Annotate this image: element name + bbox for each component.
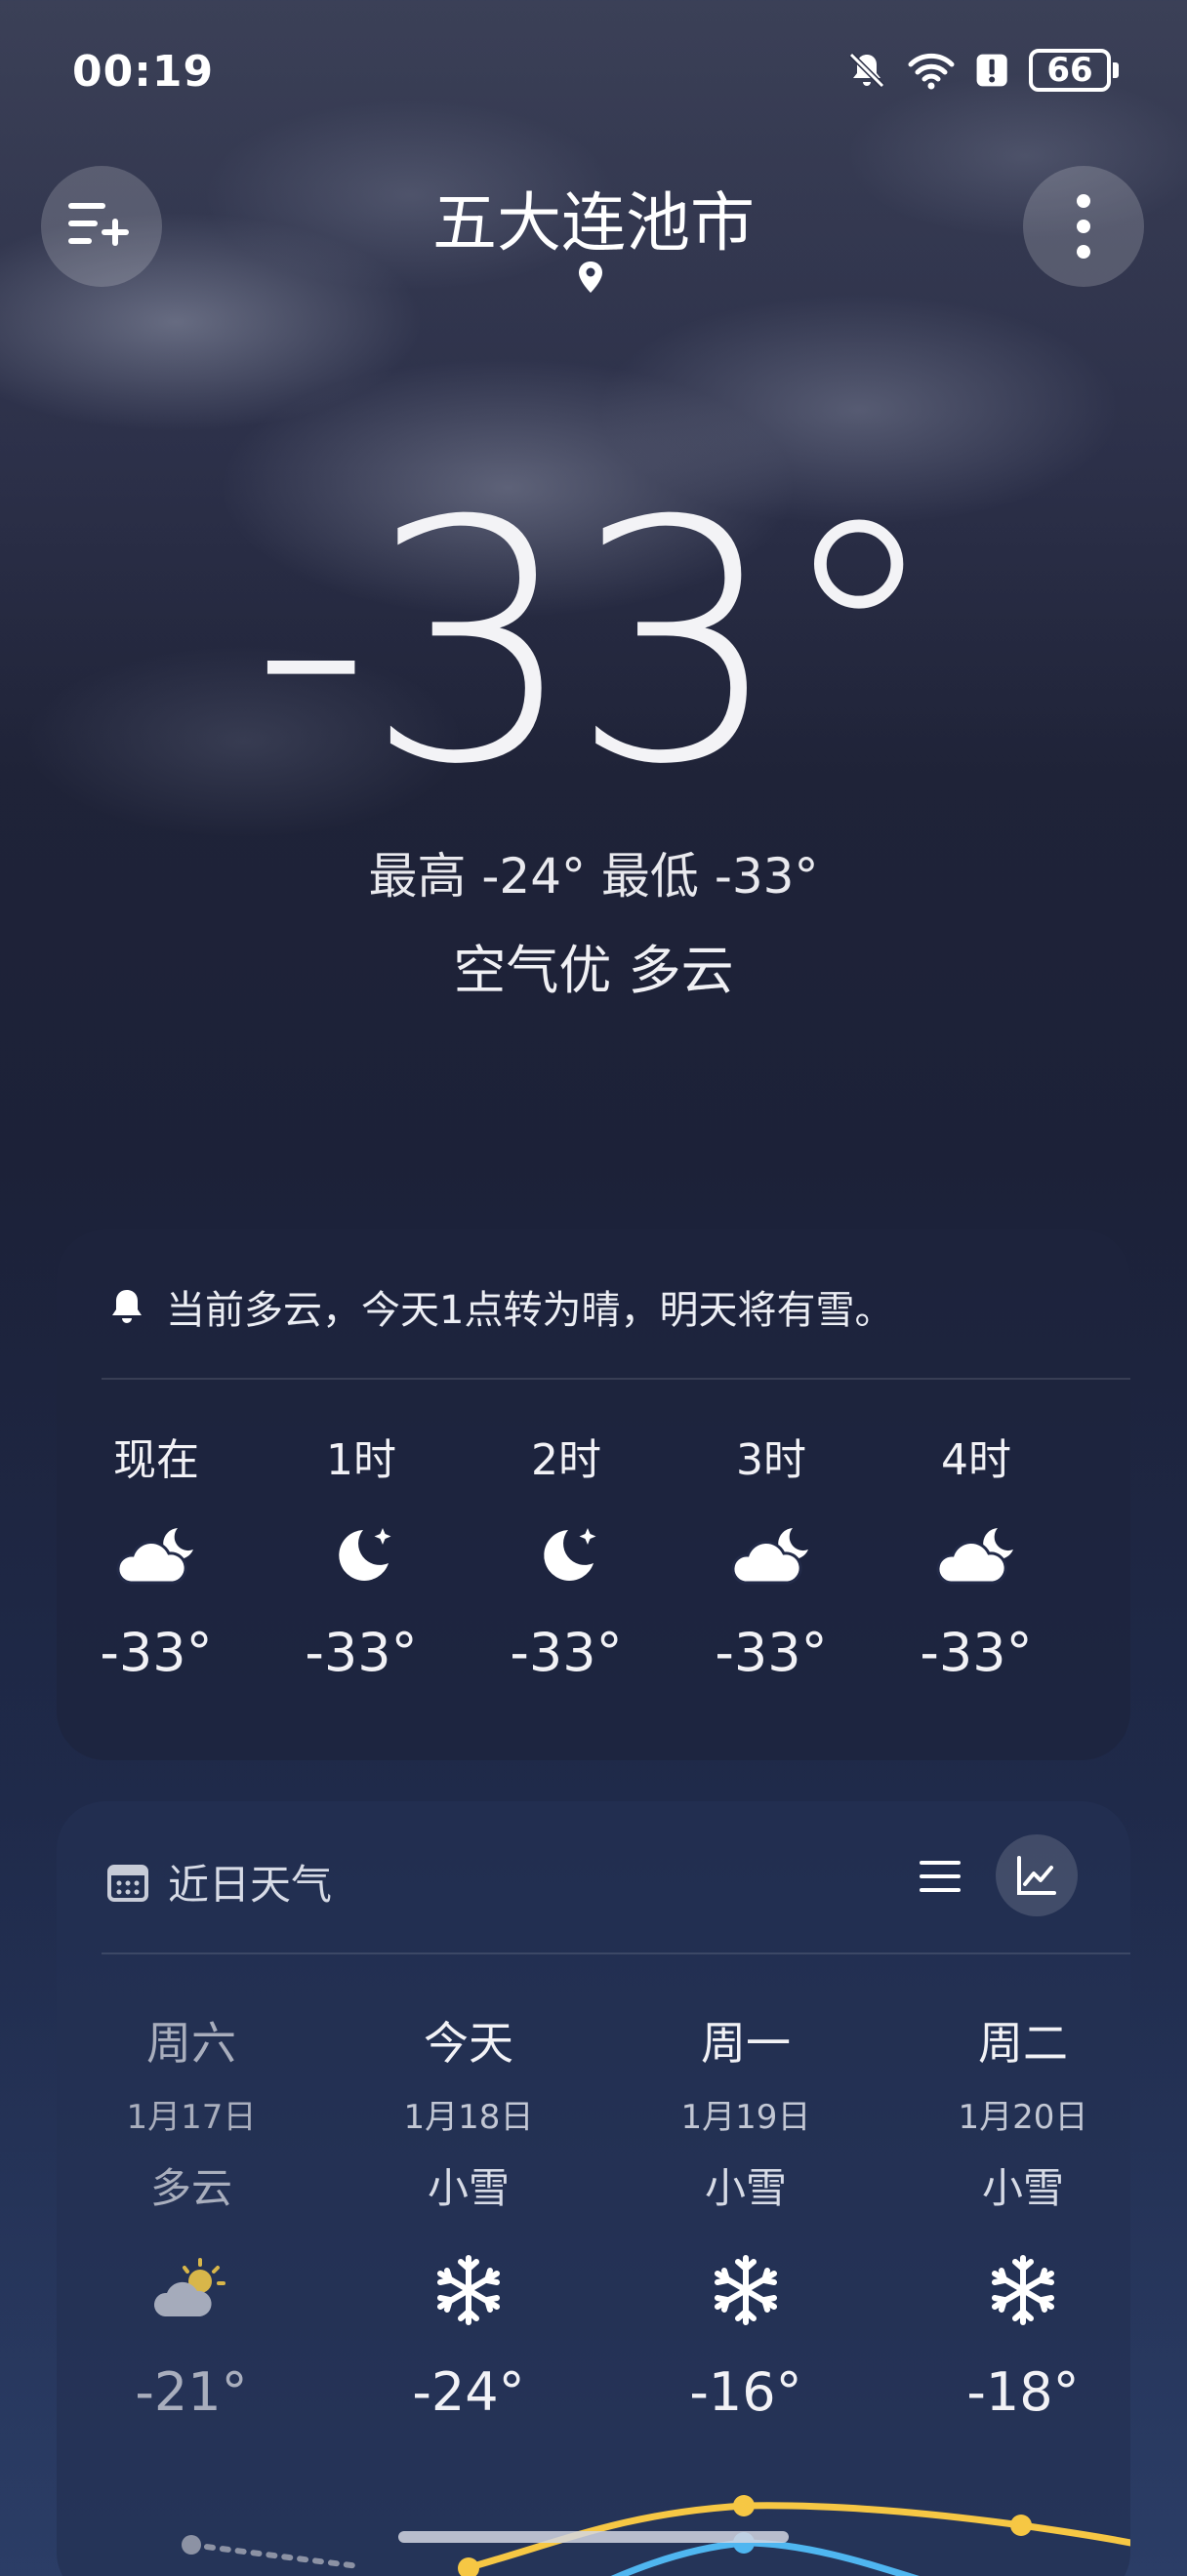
divider <box>102 1378 1130 1380</box>
day-condition: 多云 <box>149 2164 232 2212</box>
city-name: 五大连池市 <box>432 185 755 261</box>
line-chart-icon <box>1017 1856 1056 1895</box>
day-item[interactable]: 周一 1月19日 小雪 -16° <box>638 2008 853 2423</box>
chart-view-button[interactable] <box>996 1834 1078 1916</box>
hour-item: 1时 -33° <box>273 1425 449 1683</box>
daily-header: 近日天气 <box>105 1852 332 1912</box>
more-options-button[interactable] <box>1023 166 1144 287</box>
hourly-forecast-card[interactable]: 当前多云，今天1点转为晴，明天将有雪。 现在 -33° 1时 -33° 2时 -… <box>57 1229 1130 1760</box>
location-pin-icon <box>579 262 602 293</box>
day-high-temp: -21° <box>135 2361 248 2423</box>
day-condition: 小雪 <box>427 2164 510 2212</box>
day-high-temp: -24° <box>412 2361 525 2423</box>
more-vertical-icon <box>1077 194 1090 259</box>
high-low-temperature: 最高 -24° 最低 -33° <box>368 848 819 905</box>
day-condition: 小雪 <box>704 2164 787 2212</box>
divider <box>102 1952 1130 1954</box>
battery-indicator: 66 <box>1029 49 1119 92</box>
home-indicator[interactable] <box>398 2531 789 2543</box>
weather-alert-text: 当前多云，今天1点转为晴，明天将有雪。 <box>166 1288 894 1333</box>
hour-item: 3时 -33° <box>683 1425 859 1683</box>
snow-icon <box>992 2255 1054 2325</box>
day-high-temp: -16° <box>689 2361 802 2423</box>
current-temperature: -33° <box>251 451 941 837</box>
high-point <box>458 2557 479 2576</box>
hour-item: 4时 -33° <box>888 1425 1064 1683</box>
hour-label: 1时 <box>326 1435 396 1485</box>
weather-alert: 当前多云，今天1点转为晴，明天将有雪。 <box>105 1278 893 1335</box>
day-item[interactable]: 今天 1月18日 小雪 -24° <box>361 2008 576 2423</box>
calendar-icon <box>107 1864 148 1902</box>
bell-muted-icon <box>848 52 885 89</box>
snow-icon <box>437 2255 500 2325</box>
day-date: 1月19日 <box>680 2098 811 2137</box>
cloudy-night-icon <box>116 1528 193 1585</box>
day-name: 今天 <box>424 2017 513 2070</box>
hour-temp: -33° <box>305 1622 418 1683</box>
hour-temp: -33° <box>920 1622 1033 1683</box>
battery-level: 66 <box>1029 49 1111 92</box>
clear-night-icon <box>339 1528 391 1581</box>
cloudy-night-icon <box>936 1528 1013 1585</box>
day-date: 1月20日 <box>958 2098 1088 2137</box>
status-bar: 00:19 66 <box>0 0 1187 146</box>
hour-item: 现在 -33° <box>68 1425 244 1683</box>
wifi-icon <box>908 53 955 90</box>
day-name: 周二 <box>978 2017 1068 2070</box>
list-view-icon[interactable] <box>916 1852 964 1901</box>
status-icons: 66 <box>845 49 1119 92</box>
hour-temp: -33° <box>510 1622 623 1683</box>
day-condition: 小雪 <box>981 2164 1064 2212</box>
day-high-temp: -18° <box>966 2361 1080 2423</box>
temperature-trend-chart <box>182 2495 1130 2576</box>
bell-icon <box>112 1290 142 1323</box>
hour-label: 3时 <box>736 1435 806 1485</box>
day-date: 1月18日 <box>403 2098 534 2137</box>
alert-icon <box>976 54 1007 87</box>
day-item[interactable]: 周六 1月17日 多云 -21° <box>84 2008 299 2423</box>
hour-item: 2时 -33° <box>478 1425 654 1683</box>
past-point <box>182 2535 201 2555</box>
daily-forecast-card[interactable]: 近日天气 周六 1月17日 多云 -21° 今天 1月18日 小雪 -24° 周… <box>57 1801 1130 2576</box>
daily-title: 近日天气 <box>168 1861 333 1909</box>
day-date: 1月17日 <box>126 2098 257 2137</box>
day-name: 周六 <box>146 2017 236 2070</box>
air-quality-condition: 空气优 多云 <box>453 940 734 1001</box>
status-time: 00:19 <box>72 47 215 97</box>
clear-night-icon <box>544 1528 596 1581</box>
hour-label: 2时 <box>531 1435 601 1485</box>
high-point <box>1010 2515 1032 2536</box>
hour-temp: -33° <box>715 1622 828 1683</box>
hour-label: 4时 <box>941 1435 1011 1485</box>
snow-icon <box>715 2255 777 2325</box>
high-point <box>733 2495 755 2516</box>
partly-cloudy-icon <box>153 2258 225 2316</box>
cloudy-night-icon <box>731 1528 808 1585</box>
day-item[interactable]: 周二 1月20日 小雪 -18° <box>916 2008 1130 2423</box>
hour-temp: -33° <box>100 1622 213 1683</box>
day-name: 周一 <box>701 2017 791 2070</box>
hour-label: 现在 <box>113 1435 199 1485</box>
